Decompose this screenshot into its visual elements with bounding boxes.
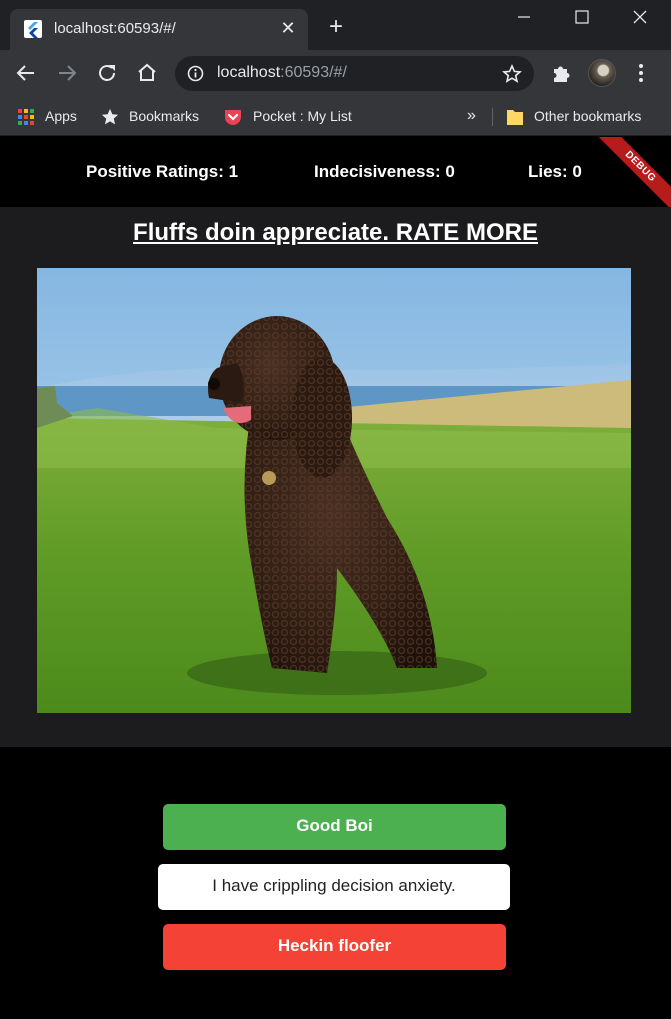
- url-host: localhost: [217, 64, 281, 81]
- new-tab-icon[interactable]: +: [325, 15, 347, 39]
- bookmark-pocket-label: Pocket : My List: [253, 108, 352, 124]
- more-menu-icon[interactable]: [630, 62, 652, 84]
- bookmark-apps[interactable]: Apps: [17, 105, 77, 127]
- bookmark-pocket[interactable]: Pocket : My List: [223, 105, 352, 127]
- profile-avatar[interactable]: [588, 59, 616, 87]
- bookmark-other-label: Other bookmarks: [534, 108, 642, 124]
- stats-bar: Positive Ratings: 1 Indecisiveness: 0 Li…: [0, 137, 671, 219]
- url-path: :60593/#/: [280, 64, 347, 81]
- tab-strip: localhost:60593/#/ ✕ +: [0, 0, 671, 50]
- positive-ratings-stat: Positive Ratings: 1: [86, 162, 239, 181]
- apps-grid-icon: [18, 109, 34, 126]
- bookmark-bookmarks[interactable]: Bookmarks: [101, 105, 199, 127]
- info-icon[interactable]: [187, 65, 204, 82]
- maximize-icon[interactable]: [562, 6, 602, 28]
- star-icon: [101, 109, 119, 125]
- back-arrow-icon[interactable]: [14, 61, 38, 85]
- pocket-icon: [225, 110, 241, 126]
- url-text: localhost:60593/#/: [217, 64, 347, 82]
- bookmark-star-icon[interactable]: [502, 64, 522, 84]
- window-close-icon[interactable]: [620, 6, 660, 28]
- tab-title: localhost:60593/#/: [54, 20, 176, 37]
- headline: Fluffs doin appreciate. RATE MORE: [133, 219, 538, 246]
- dog-photo: [37, 268, 631, 713]
- decision-anxiety-button[interactable]: I have crippling decision anxiety.: [158, 864, 510, 910]
- bookmark-apps-label: Apps: [45, 108, 77, 124]
- rating-card: Fluffs doin appreciate. RATE MORE: [0, 207, 671, 747]
- extensions-puzzle-icon[interactable]: [550, 62, 572, 84]
- address-bar[interactable]: localhost:60593/#/: [175, 56, 534, 91]
- bookmarks-overflow-icon[interactable]: »: [467, 105, 476, 127]
- heckin-floofer-button[interactable]: Heckin floofer: [163, 924, 506, 970]
- forward-arrow-icon[interactable]: [55, 61, 79, 85]
- flutter-favicon-icon: [24, 20, 42, 38]
- reload-icon[interactable]: [95, 61, 119, 85]
- bookmarks-bar: Apps Bookmarks Pocket : My List » Other …: [0, 96, 671, 136]
- app-viewport: Positive Ratings: 1 Indecisiveness: 0 Li…: [0, 137, 671, 1019]
- rating-actions: Good Boi I have crippling decision anxie…: [0, 747, 671, 1019]
- bookmark-other[interactable]: Other bookmarks: [506, 105, 641, 127]
- lies-stat: Lies: 0: [528, 162, 582, 181]
- home-icon[interactable]: [135, 61, 159, 85]
- minimize-icon[interactable]: [504, 6, 544, 28]
- good-boi-button[interactable]: Good Boi: [163, 804, 506, 850]
- bookmarks-divider: [492, 108, 493, 126]
- dog-photo-image: [37, 268, 631, 713]
- indecisiveness-stat: Indecisiveness: 0: [314, 162, 455, 181]
- browser-tab[interactable]: localhost:60593/#/ ✕: [10, 9, 308, 50]
- close-tab-icon[interactable]: ✕: [278, 18, 298, 38]
- bookmark-bookmarks-label: Bookmarks: [129, 108, 200, 124]
- folder-icon: [507, 110, 523, 126]
